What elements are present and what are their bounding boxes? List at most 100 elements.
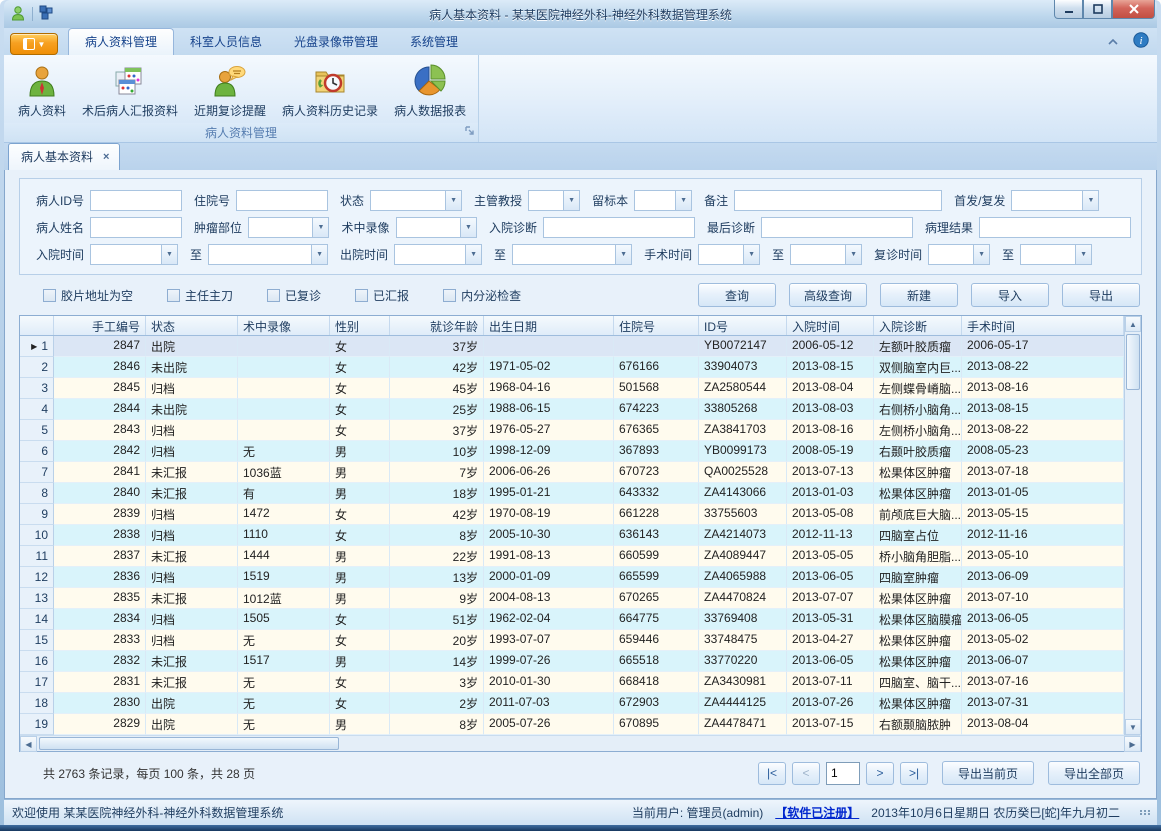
table-row[interactable]: 112837未汇报1444男22岁1991-08-13660599ZA40894… xyxy=(20,546,1124,567)
column-header-手工编号[interactable]: 手工编号 xyxy=(54,316,146,335)
resize-grip[interactable] xyxy=(1140,810,1151,815)
combo-select[interactable]: ▼ xyxy=(396,217,477,238)
text-input[interactable] xyxy=(761,217,913,238)
table-row[interactable]: 172831未汇报无女3岁2010-01-30668418ZA343098120… xyxy=(20,672,1124,693)
column-header-性别[interactable]: 性别 xyxy=(330,316,390,335)
table-row[interactable]: 22846未出院女42岁1971-05-02676166339040732013… xyxy=(20,357,1124,378)
maximize-button[interactable] xyxy=(1083,0,1112,19)
windows-layout-icon[interactable] xyxy=(39,5,54,23)
table-row[interactable]: 152833归档无女20岁1993-07-0765944633748475201… xyxy=(20,630,1124,651)
column-header-状态[interactable]: 状态 xyxy=(146,316,238,335)
ribbon-button-病人资料[interactable]: 病人资料 xyxy=(10,59,74,123)
scroll-left-icon[interactable]: ◀ xyxy=(20,736,37,752)
row-selector-cell[interactable]: 12 xyxy=(20,567,54,588)
text-input[interactable] xyxy=(236,190,328,211)
checkbox-已复诊[interactable]: 已复诊 xyxy=(267,287,321,304)
row-selector-cell[interactable]: 6 xyxy=(20,441,54,462)
ribbon-tab-系统管理[interactable]: 系统管理 xyxy=(394,29,474,55)
vertical-scroll-thumb[interactable] xyxy=(1126,334,1140,390)
ribbon-button-术后病人汇报资料[interactable]: 术后病人汇报资料 xyxy=(74,59,186,123)
dialog-launcher-icon[interactable] xyxy=(465,125,475,139)
export-current-page-button[interactable]: 导出当前页 xyxy=(942,761,1034,785)
text-input[interactable] xyxy=(734,190,942,211)
button-高级查询[interactable]: 高级查询 xyxy=(789,283,867,307)
table-row[interactable]: 182830出院无女2岁2011-07-03672903ZA4444125201… xyxy=(20,693,1124,714)
text-input[interactable] xyxy=(543,217,695,238)
first-page-button[interactable]: |< xyxy=(758,762,786,785)
combo-select[interactable]: ▼ xyxy=(248,217,329,238)
row-selector-cell[interactable]: 7 xyxy=(20,462,54,483)
row-selector-cell[interactable]: 14 xyxy=(20,609,54,630)
combo-select[interactable]: ▼ xyxy=(512,244,632,265)
row-selector-cell[interactable]: 3 xyxy=(20,378,54,399)
checkbox-box[interactable] xyxy=(43,289,56,302)
combo-select[interactable]: ▼ xyxy=(634,190,692,211)
combo-select[interactable]: ▼ xyxy=(394,244,482,265)
table-row[interactable]: 132835未汇报1012蓝男9岁2004-08-13670265ZA44708… xyxy=(20,588,1124,609)
row-selector-cell[interactable]: 16 xyxy=(20,651,54,672)
tab-patient-basic-info[interactable]: 病人基本资料 × xyxy=(8,143,120,170)
chevron-down-icon[interactable]: ▼ xyxy=(465,245,481,264)
column-header-住院号[interactable]: 住院号 xyxy=(614,316,699,335)
table-row[interactable]: 42844未出院女25岁1988-06-15674223338052682013… xyxy=(20,399,1124,420)
row-selector-cell[interactable]: 13 xyxy=(20,588,54,609)
table-row[interactable]: 102838归档1110女8岁2005-10-30636143ZA4214073… xyxy=(20,525,1124,546)
chevron-down-icon[interactable]: ▼ xyxy=(563,191,579,210)
combo-select[interactable]: ▼ xyxy=(90,244,178,265)
text-input[interactable] xyxy=(979,217,1131,238)
table-row[interactable]: 92839归档1472女42岁1970-08-19661228337556032… xyxy=(20,504,1124,525)
row-selector-cell[interactable]: 15 xyxy=(20,630,54,651)
table-row[interactable]: ▶12847出院女37岁YB00721472006-05-12左额叶胶质瘤200… xyxy=(20,336,1124,357)
tab-close-icon[interactable]: × xyxy=(103,151,109,163)
table-row[interactable]: 52843归档女37岁1976-05-27676365ZA38417032013… xyxy=(20,420,1124,441)
row-selector-cell[interactable]: 10 xyxy=(20,525,54,546)
column-header-入院时间[interactable]: 入院时间 xyxy=(787,316,874,335)
page-number-input[interactable] xyxy=(826,762,860,785)
checkbox-内分泌检查[interactable]: 内分泌检查 xyxy=(443,287,521,304)
ribbon-tab-科室人员信息[interactable]: 科室人员信息 xyxy=(174,29,278,55)
scroll-up-icon[interactable]: ▲ xyxy=(1125,316,1141,332)
chevron-down-icon[interactable]: ▼ xyxy=(161,245,177,264)
chevron-down-icon[interactable]: ▼ xyxy=(743,245,759,264)
row-selector-cell[interactable]: 2 xyxy=(20,357,54,378)
minimize-button[interactable] xyxy=(1054,0,1083,19)
text-input[interactable] xyxy=(90,217,182,238)
table-row[interactable]: 82840未汇报有男18岁1995-01-21643332ZA414306620… xyxy=(20,483,1124,504)
ribbon-button-病人数据报表[interactable]: 病人数据报表 xyxy=(386,59,474,123)
column-header-入院诊断[interactable]: 入院诊断 xyxy=(874,316,962,335)
button-导入[interactable]: 导入 xyxy=(971,283,1049,307)
next-page-button[interactable]: > xyxy=(866,762,894,785)
column-header-出生日期[interactable]: 出生日期 xyxy=(484,316,614,335)
button-新建[interactable]: 新建 xyxy=(880,283,958,307)
checkbox-主任主刀[interactable]: 主任主刀 xyxy=(167,287,233,304)
checkbox-box[interactable] xyxy=(167,289,180,302)
chevron-down-icon[interactable]: ▼ xyxy=(1082,191,1098,210)
chevron-down-icon[interactable]: ▼ xyxy=(1075,245,1091,264)
combo-select[interactable]: ▼ xyxy=(370,190,462,211)
scroll-down-icon[interactable]: ▼ xyxy=(1125,719,1141,735)
row-selector-cell[interactable]: 18 xyxy=(20,693,54,714)
row-selector-cell[interactable]: 9 xyxy=(20,504,54,525)
column-header-术中录像[interactable]: 术中录像 xyxy=(238,316,330,335)
column-header-selector[interactable] xyxy=(20,316,54,335)
chevron-down-icon[interactable]: ▼ xyxy=(973,245,989,264)
table-row[interactable]: 122836归档1519男13岁2000-01-09665599ZA406598… xyxy=(20,567,1124,588)
checkbox-box[interactable] xyxy=(355,289,368,302)
button-查询[interactable]: 查询 xyxy=(698,283,776,307)
chevron-down-icon[interactable]: ▼ xyxy=(312,218,328,237)
column-header-手术时间[interactable]: 手术时间 xyxy=(962,316,1124,335)
column-header-就诊年龄[interactable]: 就诊年龄 xyxy=(390,316,484,335)
horizontal-scroll-thumb[interactable] xyxy=(39,737,339,750)
row-selector-cell[interactable]: 8 xyxy=(20,483,54,504)
checkbox-已汇报[interactable]: 已汇报 xyxy=(355,287,409,304)
row-selector-cell[interactable]: 19 xyxy=(20,714,54,735)
table-row[interactable]: 72841未汇报1036蓝男7岁2006-06-26670723QA002552… xyxy=(20,462,1124,483)
column-header-ID号[interactable]: ID号 xyxy=(699,316,787,335)
application-menu-button[interactable]: ▼ xyxy=(10,33,58,55)
chevron-down-icon[interactable]: ▼ xyxy=(445,191,461,210)
chevron-down-icon[interactable]: ▼ xyxy=(311,245,327,264)
combo-select[interactable]: ▼ xyxy=(698,244,760,265)
row-selector-cell[interactable]: 17 xyxy=(20,672,54,693)
collapse-ribbon-icon[interactable] xyxy=(1107,35,1119,49)
table-row[interactable]: 162832未汇报1517男14岁1999-07-266655183377022… xyxy=(20,651,1124,672)
